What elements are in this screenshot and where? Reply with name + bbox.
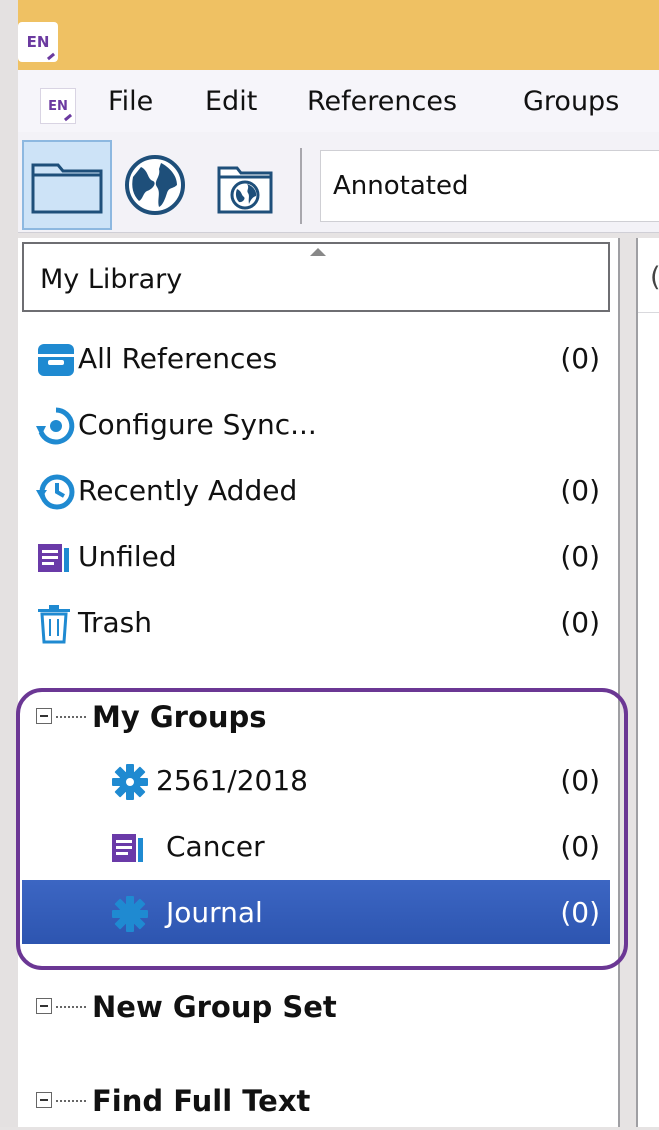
item-count: (0): [560, 606, 600, 639]
tree-connector: [56, 1100, 86, 1102]
box-icon: [36, 340, 76, 380]
library-header-label: My Library: [40, 264, 183, 295]
local-library-button[interactable]: [22, 140, 112, 230]
tree-connector: [56, 1006, 86, 1008]
library-item-trash[interactable]: Trash (0): [22, 592, 610, 652]
window-frame-left: [0, 0, 18, 1127]
item-label: Unfiled: [78, 540, 177, 573]
folder-globe-icon: [217, 166, 273, 214]
item-label: All References: [78, 342, 278, 375]
group-set-label: Find Full Text: [92, 1084, 311, 1118]
library-item-unfiled[interactable]: Unfiled (0): [22, 526, 610, 586]
library-item-all-references[interactable]: All References (0): [22, 328, 610, 388]
group-set-label: New Group Set: [92, 990, 337, 1024]
item-count: (0): [560, 474, 600, 507]
item-count: (0): [560, 540, 600, 573]
sort-arrow-icon: [310, 248, 326, 256]
sync-icon: [36, 406, 76, 446]
menu-references[interactable]: References: [307, 86, 457, 117]
library-header[interactable]: My Library: [22, 242, 610, 312]
globe-icon: [125, 155, 185, 215]
output-style-value: Annotated: [333, 171, 469, 201]
references-header[interactable]: (: [638, 242, 659, 313]
item-label: Recently Added: [78, 474, 298, 507]
trash-icon: [34, 604, 74, 644]
online-search-button[interactable]: [120, 150, 190, 220]
references-header-label: (: [650, 262, 659, 293]
menu-edit[interactable]: Edit: [205, 86, 257, 117]
references-pane: [636, 238, 659, 1127]
integrated-library-button[interactable]: [210, 152, 280, 222]
group-set-find-full-text[interactable]: Find Full Text: [22, 1070, 610, 1130]
item-count: (0): [560, 342, 600, 375]
highlight-outline: [16, 688, 628, 970]
group-set-new-group-set[interactable]: New Group Set: [22, 976, 610, 1036]
library-item-recently-added[interactable]: Recently Added (0): [22, 460, 610, 520]
title-bar: [0, 0, 659, 70]
collapse-icon[interactable]: [36, 1092, 52, 1108]
output-style-select[interactable]: Annotated: [320, 150, 659, 222]
toolbar-separator: [300, 148, 302, 224]
document-icon: [34, 538, 74, 578]
menu-file[interactable]: File: [108, 86, 153, 117]
app-logo-icon[interactable]: EN: [18, 22, 58, 62]
menu-groups[interactable]: Groups: [523, 86, 619, 117]
item-label: Configure Sync...: [78, 408, 317, 441]
clock-icon: [36, 472, 76, 512]
folder-icon: [31, 163, 103, 214]
library-item-configure-sync[interactable]: Configure Sync...: [22, 394, 610, 454]
collapse-icon[interactable]: [36, 998, 52, 1014]
item-label: Trash: [78, 606, 152, 639]
menu-app-icon[interactable]: EN: [40, 88, 76, 124]
